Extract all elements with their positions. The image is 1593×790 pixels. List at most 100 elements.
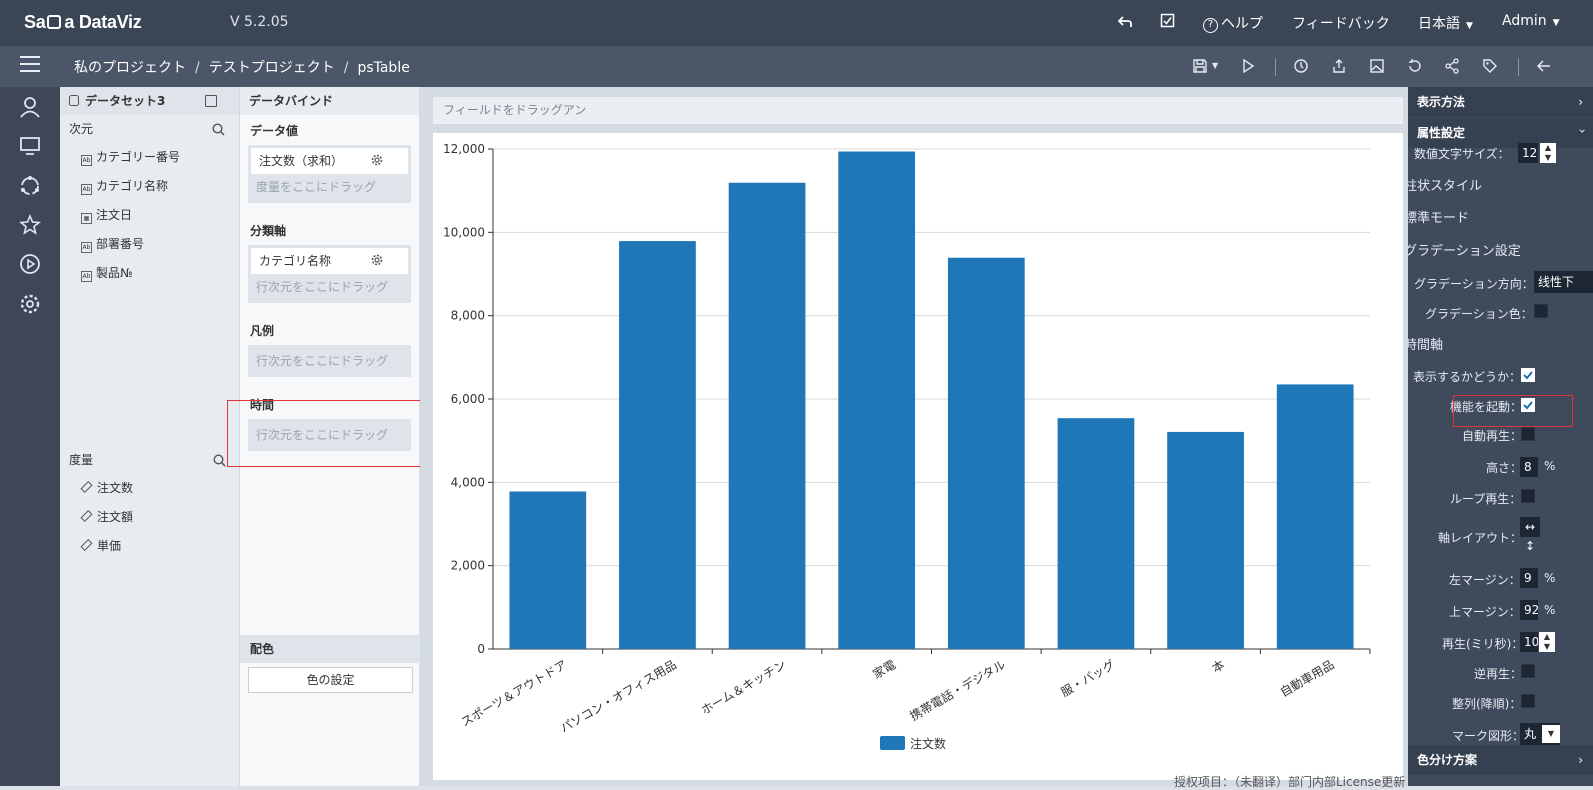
text-field-icon: Ab bbox=[81, 242, 92, 253]
play-circle-icon[interactable] bbox=[18, 252, 42, 276]
search-icon[interactable] bbox=[212, 123, 225, 136]
dimension-field[interactable]: Ab カテゴリ名称 bbox=[60, 172, 239, 201]
arrow-left-icon[interactable] bbox=[1536, 58, 1552, 74]
value-label: データ値 bbox=[250, 124, 299, 138]
tag-icon[interactable] bbox=[1482, 58, 1498, 74]
time-highlight-box bbox=[227, 400, 425, 467]
text-field-icon: Ab bbox=[81, 155, 92, 166]
display-method-header[interactable]: 表示方法 › bbox=[1408, 87, 1593, 117]
x-tick-label: 本 bbox=[1210, 657, 1227, 675]
left-margin-input[interactable]: 9 bbox=[1520, 568, 1538, 588]
monitor-icon[interactable] bbox=[18, 134, 42, 158]
x-tick-label: 携帯電話・デジタル bbox=[907, 657, 1008, 724]
enable-highlight-box bbox=[1453, 395, 1573, 427]
help-button[interactable]: ? ヘルプ bbox=[1203, 13, 1263, 33]
gear-icon[interactable] bbox=[371, 154, 383, 166]
back-icon[interactable] bbox=[1117, 14, 1133, 30]
share-icon[interactable] bbox=[1444, 58, 1460, 74]
play-ms-stepper[interactable]: ▲ ▼ bbox=[1539, 632, 1555, 652]
bar[interactable] bbox=[947, 257, 1025, 649]
gradient-color-swatch[interactable] bbox=[1534, 304, 1548, 318]
top-margin-label: 上マージン： bbox=[1449, 605, 1521, 619]
gradient-direction-select[interactable]: 线性下 bbox=[1534, 271, 1593, 293]
user-icon[interactable] bbox=[18, 95, 42, 119]
vertical-layout-icon[interactable]: ↕ bbox=[1520, 537, 1540, 555]
attr-settings-header[interactable]: 属性設定 › bbox=[1408, 118, 1593, 148]
dimension-field[interactable]: Ab 製品№ bbox=[60, 259, 239, 288]
breadcrumb-item[interactable]: 私のプロジェクト bbox=[74, 60, 186, 76]
play-icon[interactable] bbox=[1240, 58, 1256, 74]
checklist-icon[interactable] bbox=[1160, 13, 1175, 28]
top-margin-unit: % bbox=[1544, 603, 1556, 617]
license-note: 授权项目：（未翻译）部门内部License更新 bbox=[1174, 775, 1406, 789]
legend-label[interactable]: 注文数 bbox=[910, 736, 946, 751]
reverse-checkbox[interactable] bbox=[1521, 664, 1535, 678]
database-icon bbox=[69, 95, 79, 106]
height-input[interactable]: 8 bbox=[1520, 457, 1538, 477]
edit-icon[interactable] bbox=[205, 95, 217, 107]
left-nav bbox=[0, 87, 60, 786]
reverse-label: 逆再生： bbox=[1474, 667, 1523, 681]
history-icon[interactable] bbox=[1293, 58, 1309, 74]
measure-field[interactable]: 単価 bbox=[60, 532, 240, 561]
category-drop-zone[interactable]: カテゴリ名称 行次元をここにドラッグ bbox=[248, 245, 411, 303]
legend-swatch[interactable] bbox=[880, 736, 905, 750]
font-size-stepper[interactable]: ▲ ▼ bbox=[1540, 143, 1556, 163]
bar[interactable] bbox=[838, 151, 916, 650]
field-drag-bar[interactable]: フィールドをドラッグアン bbox=[433, 97, 1403, 124]
autoplay-checkbox[interactable] bbox=[1521, 427, 1535, 441]
feedback-link[interactable]: フィードバック bbox=[1292, 13, 1390, 33]
horizontal-layout-icon[interactable]: ↔ bbox=[1520, 517, 1540, 537]
y-tick-label: 2,000 bbox=[451, 559, 485, 573]
x-tick-label: ホーム＆キッチン bbox=[699, 657, 789, 717]
bar[interactable] bbox=[1167, 431, 1244, 649]
measure-field[interactable]: 注文数 bbox=[60, 474, 240, 503]
color-scheme-header[interactable]: 色分け方案 › bbox=[1408, 745, 1593, 775]
color-settings-button[interactable]: 色の設定 bbox=[248, 667, 413, 693]
refresh-icon[interactable] bbox=[1407, 58, 1423, 74]
caret-down-icon[interactable]: ▼ bbox=[1212, 61, 1218, 70]
cycle-icon[interactable] bbox=[18, 174, 42, 198]
mark-shape-select[interactable]: 丸 ▼ bbox=[1520, 723, 1560, 745]
app-logo[interactable]: Sa a DataViz bbox=[24, 12, 142, 33]
search-icon[interactable] bbox=[213, 454, 226, 467]
legend-drop-hint: 行次元をここにドラッグ bbox=[256, 354, 389, 368]
bar[interactable] bbox=[1057, 418, 1135, 649]
dimension-field[interactable]: Ab 部署番号 bbox=[60, 230, 239, 259]
bar[interactable] bbox=[1276, 384, 1354, 649]
font-size-input[interactable]: 12 bbox=[1518, 143, 1538, 163]
text-field-icon: Ab bbox=[81, 271, 92, 282]
top-margin-input[interactable]: 92 bbox=[1520, 600, 1538, 620]
menu-icon[interactable] bbox=[20, 56, 40, 72]
gear-icon[interactable] bbox=[18, 292, 42, 316]
dimension-field[interactable]: ▦ 注文日 bbox=[60, 201, 239, 230]
play-ms-input[interactable]: 10 bbox=[1520, 632, 1538, 652]
bar[interactable] bbox=[509, 491, 587, 650]
text-field-icon: Ab bbox=[81, 184, 92, 195]
bar[interactable] bbox=[728, 182, 806, 649]
measure-field[interactable]: 注文額 bbox=[60, 503, 240, 532]
dimension-field[interactable]: Ab カテゴリー番号 bbox=[60, 143, 239, 172]
help-icon: ? bbox=[1203, 18, 1218, 33]
standard-mode-label[interactable]: 標準モード bbox=[1408, 207, 1469, 226]
gradient-color-label: グラデーション色： bbox=[1425, 307, 1533, 321]
category-field-pill[interactable]: カテゴリ名称 bbox=[251, 248, 408, 274]
bar[interactable] bbox=[619, 241, 696, 649]
breadcrumb-item[interactable]: テストプロジェクト bbox=[209, 60, 335, 76]
loop-checkbox[interactable] bbox=[1521, 489, 1535, 503]
y-tick-label: 8,000 bbox=[451, 309, 485, 323]
star-icon[interactable] bbox=[18, 213, 42, 237]
gear-icon[interactable] bbox=[371, 254, 383, 266]
export-icon[interactable] bbox=[1331, 58, 1347, 74]
left-margin-unit: % bbox=[1544, 571, 1556, 585]
image-icon[interactable] bbox=[1369, 58, 1385, 74]
user-menu[interactable]: Admin ▼ bbox=[1502, 13, 1560, 29]
value-field-pill[interactable]: 注文数（求和） bbox=[251, 148, 408, 174]
save-icon[interactable] bbox=[1192, 58, 1208, 74]
x-tick-label: パソコン・オフィス用品 bbox=[558, 657, 679, 735]
language-select[interactable]: 日本語 ▼ bbox=[1418, 13, 1473, 33]
show-checkbox[interactable] bbox=[1521, 368, 1535, 382]
legend-drop-zone[interactable]: 行次元をここにドラッグ bbox=[248, 345, 411, 377]
sort-checkbox[interactable] bbox=[1521, 694, 1535, 708]
value-drop-zone[interactable]: 注文数（求和） 度量をここにドラッグ bbox=[248, 145, 411, 203]
